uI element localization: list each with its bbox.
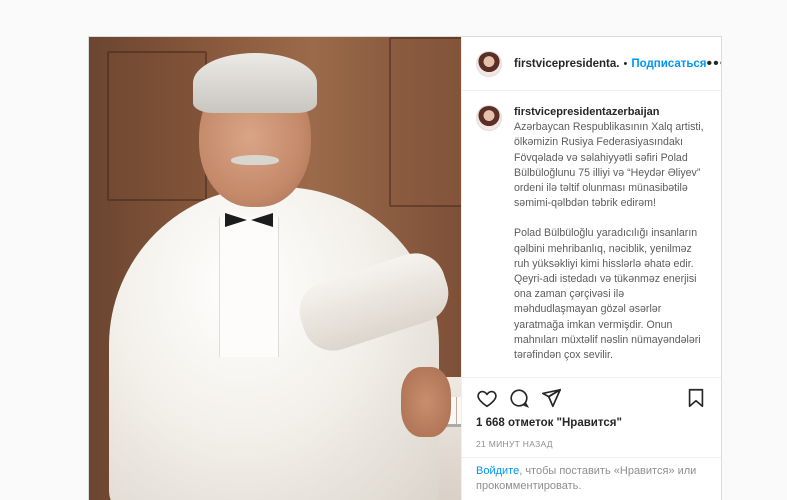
caption-avatar[interactable] <box>476 105 502 131</box>
separator-dot: • <box>623 57 628 70</box>
more-options-icon[interactable]: ••• <box>707 55 721 72</box>
shirt <box>219 217 279 357</box>
comment-icon[interactable] <box>508 387 530 409</box>
caption-username[interactable]: firstvicepresidentazerbaijan <box>514 105 707 120</box>
caption-body: firstvicepresidentazerbaijan Azərbaycan … <box>514 105 707 377</box>
bow-tie <box>225 213 273 227</box>
post-timestamp[interactable]: 21 МИНУТ НАЗАД <box>462 433 721 458</box>
like-count[interactable]: 1 668 отметок "Нравится" <box>462 417 721 433</box>
post-photo[interactable] <box>89 37 461 500</box>
post-caption: firstvicepresidentazerbaijan Azərbaycan … <box>462 91 721 377</box>
instagram-post: firstvicepresidenta. • Подписаться ••• f… <box>88 36 722 500</box>
caption-paragraph: Polad Bülbüloğlu yaradıcılığı insanların… <box>514 227 701 362</box>
caption-paragraph: Azərbaycan Respublikasının Xalq artisti,… <box>514 121 704 210</box>
follow-button[interactable]: Подписаться <box>631 58 706 70</box>
heart-icon[interactable] <box>476 387 498 409</box>
post-side-panel: firstvicepresidenta. • Подписаться ••• f… <box>461 37 721 500</box>
login-link[interactable]: Войдите <box>476 465 519 477</box>
hair <box>193 53 317 113</box>
post-header: firstvicepresidenta. • Подписаться ••• <box>462 37 721 91</box>
wall-panel <box>389 37 461 207</box>
header-username[interactable]: firstvicepresidenta. <box>514 58 619 70</box>
moustache <box>231 155 279 165</box>
action-bar <box>462 377 721 417</box>
login-prompt: Войдите, чтобы поставить «Нравится» или … <box>462 458 721 500</box>
bookmark-icon[interactable] <box>685 387 707 409</box>
avatar[interactable] <box>476 50 502 77</box>
hand <box>401 367 451 437</box>
share-icon[interactable] <box>540 387 562 409</box>
wall-panel <box>107 51 207 201</box>
